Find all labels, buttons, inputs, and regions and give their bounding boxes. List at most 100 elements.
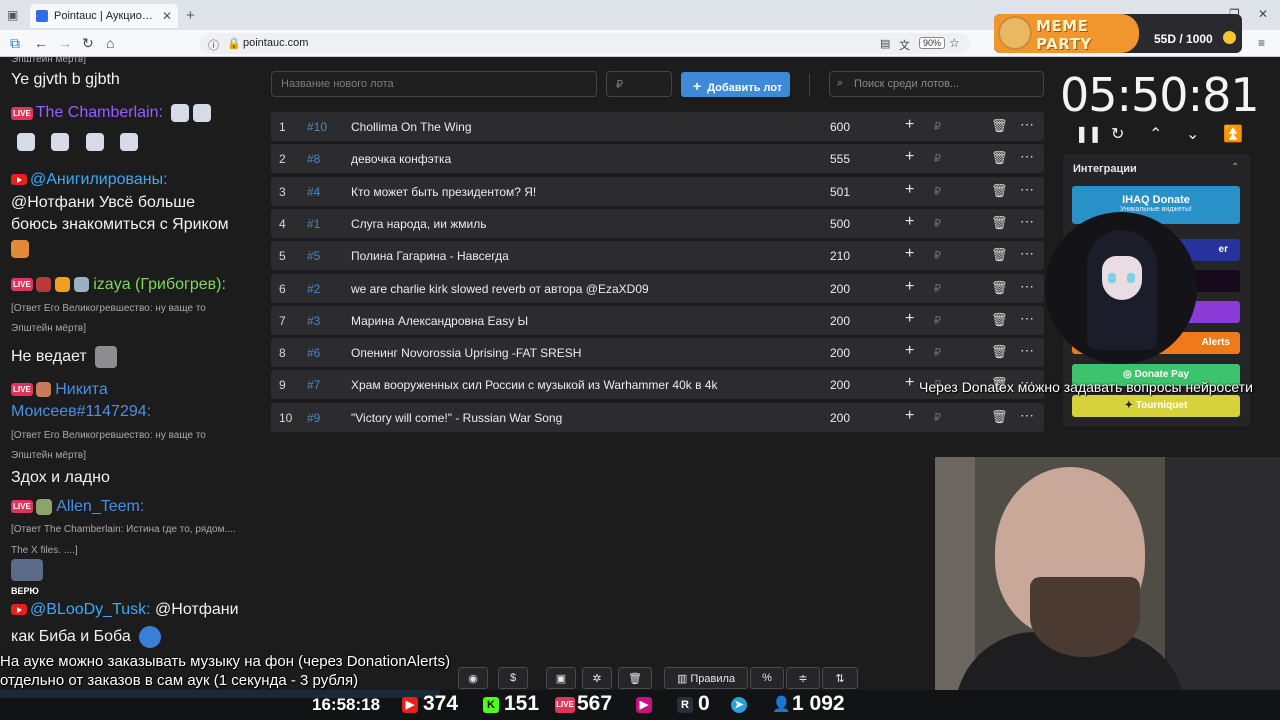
more-options-icon[interactable]: ⋯	[1020, 245, 1034, 262]
lot-name[interactable]: девочка конфэтка	[351, 152, 451, 166]
add-amount-icon[interactable]: +	[905, 245, 914, 263]
tourniquet-button[interactable]: ✦ Tourniquet	[1072, 395, 1240, 417]
lot-amount[interactable]: 501	[830, 185, 850, 199]
url-field[interactable]: pointauc.com	[200, 33, 970, 54]
new-tab-icon[interactable]: +	[186, 7, 195, 24]
trash-icon[interactable]: 🗑	[991, 215, 1008, 231]
sidebar-toggle-icon[interactable]: ⧉	[10, 35, 20, 52]
lot-amount[interactable]: 600	[830, 120, 850, 134]
lot-row[interactable]: 8 #6 Опенинг Novorossia Uprising -FAT SRES…	[271, 338, 1044, 368]
more-options-icon[interactable]: ⋯	[1020, 148, 1034, 165]
lot-name[interactable]: "Victory will come!" - Russian War Song	[351, 411, 562, 425]
lot-amount[interactable]: 210	[830, 249, 850, 263]
percent-button[interactable]: %	[750, 667, 784, 689]
add-amount-icon[interactable]: +	[905, 278, 914, 296]
lot-amount[interactable]: 200	[830, 378, 850, 392]
lot-row[interactable]: 4 #1 Слуга народа, ии жмиль 500 + ₽ 🗑 ⋯	[271, 208, 1044, 238]
trash-icon[interactable]: 🗑	[991, 150, 1008, 166]
lot-id[interactable]: #9	[307, 411, 320, 425]
more-options-icon[interactable]: ⋯	[1020, 342, 1034, 359]
collapse-icon[interactable]: ⌃	[1231, 162, 1239, 173]
add-amount-icon[interactable]: +	[905, 148, 914, 166]
more-options-icon[interactable]: ⋯	[1020, 181, 1034, 198]
close-tab-icon[interactable]: ✕	[162, 9, 172, 23]
translate-icon[interactable]: 文	[899, 37, 910, 53]
clear-button[interactable]: 🗑	[618, 667, 652, 689]
lot-id[interactable]: #1	[307, 217, 320, 231]
add-amount-icon[interactable]: +	[905, 374, 914, 392]
donate-button[interactable]: $	[498, 667, 528, 689]
lot-row[interactable]: 3 #4 Кто может быть президентом? Я! 501 + ₽ 🗑 ⋯	[271, 176, 1044, 206]
trash-icon[interactable]: 🗑	[991, 280, 1008, 296]
trash-icon[interactable]: 🗑	[991, 312, 1008, 328]
add-amount-icon[interactable]: +	[905, 213, 914, 231]
lot-name[interactable]: Марина Александровна Easy Ы	[351, 314, 528, 328]
more-options-icon[interactable]: ⋯	[1020, 407, 1034, 424]
lot-row[interactable]: 10 #9 "Victory will come!" - Russian War S…	[271, 402, 1044, 432]
lot-name[interactable]: Опенинг Novorossia Uprising -FAT SRESH	[351, 346, 581, 360]
lot-amount[interactable]: 500	[830, 217, 850, 231]
add-amount-icon[interactable]: +	[905, 310, 914, 328]
lot-id[interactable]: #8	[307, 152, 320, 166]
lot-id[interactable]: #10	[307, 120, 327, 134]
lot-row[interactable]: 7 #3 Марина Александровна Easy Ы 200 + ₽ 🗑 ⋯	[271, 305, 1044, 335]
lot-id[interactable]: #6	[307, 346, 320, 360]
lot-id[interactable]: #5	[307, 249, 320, 263]
back-icon[interactable]: ←	[34, 35, 48, 51]
save-button[interactable]: ▣	[546, 667, 576, 689]
lot-id[interactable]: #2	[307, 282, 320, 296]
lot-name[interactable]: we are charlie kirk slowed reverb от авт…	[351, 282, 649, 296]
chevron-down-icon[interactable]: ⌄	[1186, 124, 1199, 144]
reset-icon[interactable]: ↻	[1111, 124, 1124, 144]
bookmark-star-icon[interactable]: ☆	[949, 36, 960, 50]
lot-id[interactable]: #4	[307, 185, 320, 199]
pause-icon[interactable]: ❚❚	[1075, 124, 1102, 144]
sort-button[interactable]: ⇅	[822, 667, 858, 689]
split-button[interactable]: ≑	[786, 667, 820, 689]
tab-list-icon[interactable]: ▣	[7, 8, 18, 22]
more-options-icon[interactable]: ⋯	[1020, 310, 1034, 327]
lot-row[interactable]: 2 #8 девочка конфэтка 555 + ₽ 🗑 ⋯	[271, 144, 1044, 174]
lot-amount[interactable]: 200	[830, 346, 850, 360]
new-lot-amount-input[interactable]: ₽	[606, 71, 672, 97]
lot-amount[interactable]: 200	[830, 314, 850, 328]
rules-button[interactable]: ▥ Правила	[664, 667, 748, 689]
reload-icon[interactable]: ↻	[82, 35, 94, 52]
site-info-icon[interactable]: ⓘ	[208, 37, 219, 53]
reader-icon[interactable]: ▤	[880, 37, 890, 50]
trash-icon[interactable]: 🗑	[991, 409, 1008, 425]
more-options-icon[interactable]: ⋯	[1020, 213, 1034, 230]
forward-icon[interactable]: →	[58, 35, 72, 51]
lot-name[interactable]: Храм вооруженных сил России с музыкой из…	[351, 378, 717, 392]
lot-search-input[interactable]: ⌕ Поиск среди лотов...	[829, 71, 1044, 97]
lot-row[interactable]: 6 #2 we are charlie kirk slowed reverb от …	[271, 273, 1044, 303]
add-amount-icon[interactable]: +	[905, 342, 914, 360]
add-amount-icon[interactable]: +	[905, 116, 914, 134]
trash-icon[interactable]: 🗑	[991, 247, 1008, 263]
lot-amount[interactable]: 200	[830, 411, 850, 425]
trash-icon[interactable]: 🗑	[991, 183, 1008, 199]
more-options-icon[interactable]: ⋯	[1020, 278, 1034, 295]
lot-row[interactable]: 1 #10 Chollima On The Wing 600 + ₽ 🗑 ⋯	[271, 112, 1044, 141]
trash-icon[interactable]: 🗑	[991, 118, 1008, 134]
new-lot-name-input[interactable]: Название нового лота	[271, 71, 597, 97]
browser-tab[interactable]: Pointauc | Аукцион для стримеров ✕	[30, 4, 178, 28]
add-lot-button[interactable]: + Добавить лот	[681, 72, 790, 97]
more-options-icon[interactable]: ⋯	[1020, 116, 1034, 133]
lot-id[interactable]: #3	[307, 314, 320, 328]
lot-id[interactable]: #7	[307, 378, 320, 392]
lot-row[interactable]: 5 #5 Полина Гагарина - Навсегда 210 + ₽ 🗑 ⋯	[271, 241, 1044, 271]
github-button[interactable]: ◉	[458, 667, 488, 689]
add-amount-icon[interactable]: +	[905, 181, 914, 199]
home-icon[interactable]: ⌂	[106, 35, 114, 51]
lot-name[interactable]: Полина Гагарина - Навсегда	[351, 249, 509, 263]
menu-icon[interactable]: ≡	[1258, 36, 1265, 50]
close-window-icon[interactable]: ✕	[1258, 7, 1268, 21]
lot-amount[interactable]: 555	[830, 152, 850, 166]
lot-name[interactable]: Кто может быть президентом? Я!	[351, 185, 536, 199]
lot-amount[interactable]: 200	[830, 282, 850, 296]
bug-report-button[interactable]: ✲	[582, 667, 612, 689]
trash-icon[interactable]: 🗑	[991, 344, 1008, 360]
double-chevron-up-icon[interactable]: ⏫	[1223, 124, 1243, 144]
lot-name[interactable]: Chollima On The Wing	[351, 120, 472, 134]
